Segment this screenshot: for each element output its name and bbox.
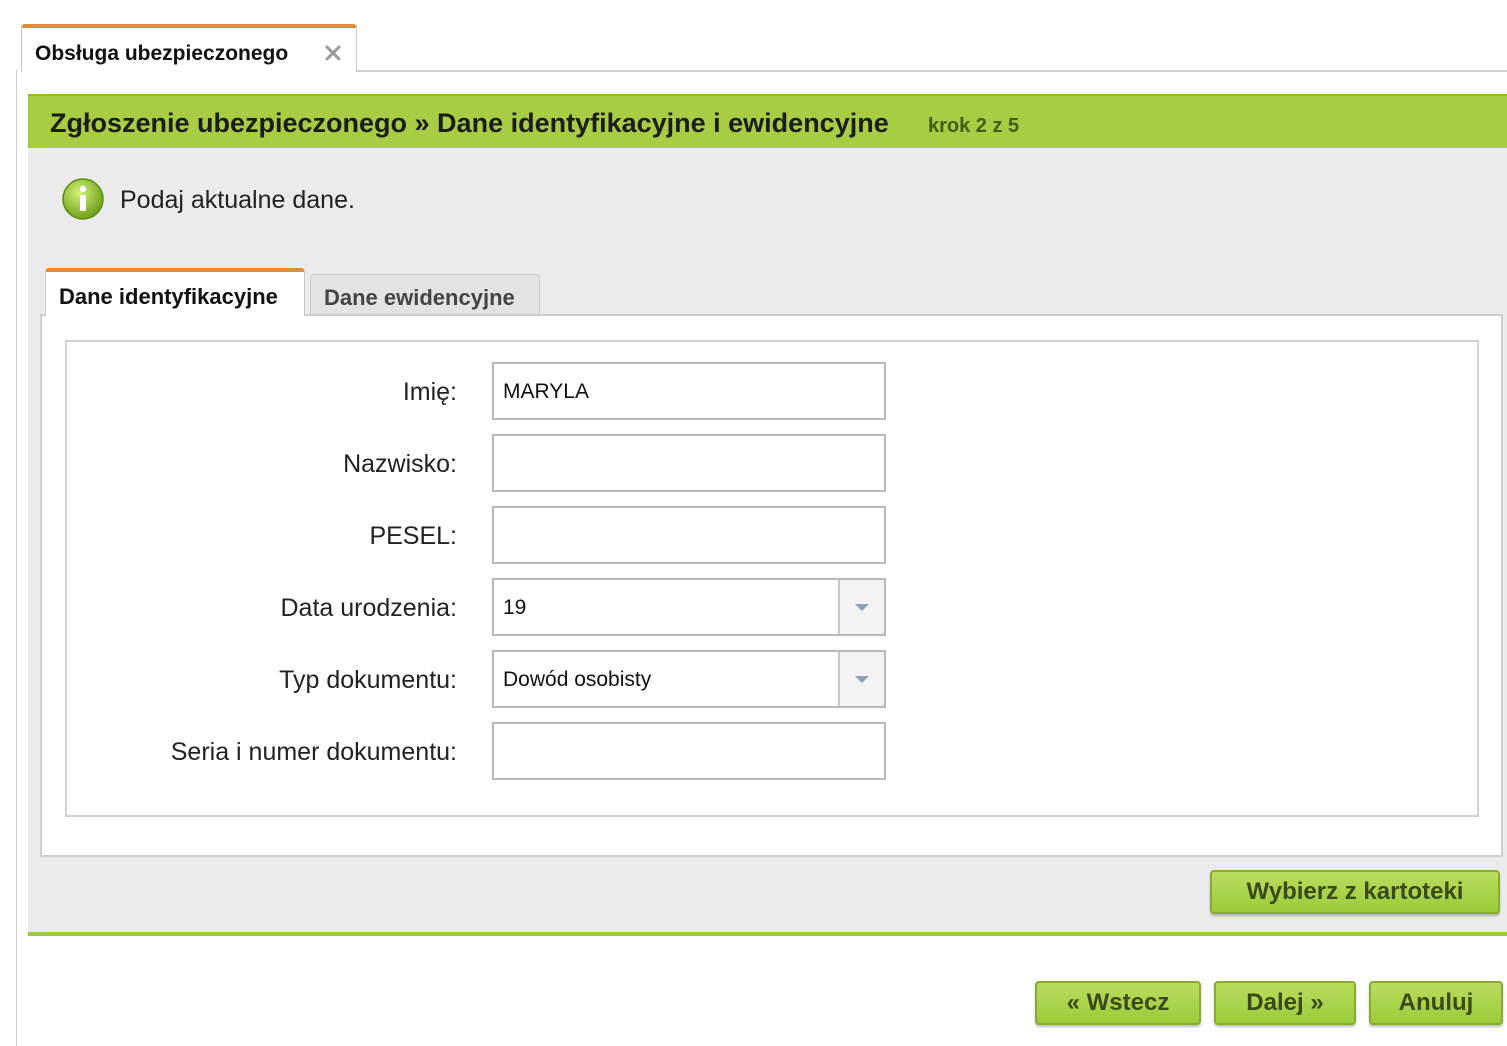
pesel-label: PESEL: (369, 522, 457, 550)
tab-label: Obsługa ubezpieczonego (35, 42, 289, 65)
tab-dane-identyfikacyjne[interactable]: Dane identyfikacyjne (45, 268, 305, 316)
tab-obsluga-ubezpieczonego[interactable]: Obsługa ubezpieczonego (21, 24, 357, 72)
cancel-button[interactable]: Anuluj (1369, 981, 1503, 1025)
tab-dane-ewidencyjne[interactable]: Dane ewidencyjne (310, 274, 540, 316)
panel-header: Zgłoszenie ubezpieczonego » Dane identyf… (28, 94, 1507, 148)
chevron-down-icon[interactable] (838, 580, 884, 634)
page-title: Zgłoszenie ubezpieczonego » Dane identyf… (50, 108, 889, 138)
doc-number-label: Seria i numer dokumentu: (170, 738, 457, 766)
next-button[interactable]: Dalej » (1214, 981, 1356, 1025)
close-icon[interactable] (322, 42, 344, 64)
birth-date-label: Data urodzenia: (280, 594, 457, 622)
birth-date-combo[interactable]: 19 (492, 578, 886, 636)
main-panel: Zgłoszenie ubezpieczonego » Dane identyf… (28, 94, 1507, 936)
left-border (16, 70, 17, 1046)
doc-type-select[interactable]: Dowód osobisty (492, 650, 886, 708)
choose-from-file-button[interactable]: Wybierz z kartoteki (1210, 870, 1500, 914)
info-icon (62, 178, 104, 220)
birth-date-value: 19 (503, 596, 527, 619)
doc-type-label: Typ dokumentu: (279, 666, 457, 694)
pesel-field[interactable] (492, 506, 886, 564)
tab-content: Imię: MARYLA Nazwisko: PESEL: Data urodz… (40, 314, 1503, 857)
chevron-down-icon[interactable] (838, 652, 884, 706)
tab-label: Dane identyfikacyjne (59, 284, 278, 309)
info-message: Podaj aktualne dane. (120, 186, 355, 214)
last-name-label: Nazwisko: (343, 450, 457, 478)
first-name-label: Imię: (402, 378, 457, 406)
identification-form: Imię: MARYLA Nazwisko: PESEL: Data urodz… (65, 340, 1479, 817)
first-name-field[interactable]: MARYLA (492, 362, 886, 420)
step-indicator: krok 2 z 5 (928, 115, 1020, 137)
tab-strip-border (357, 70, 1507, 72)
last-name-field[interactable] (492, 434, 886, 492)
back-button[interactable]: « Wstecz (1035, 981, 1201, 1025)
tab-label: Dane ewidencyjne (324, 285, 515, 310)
doc-number-field[interactable] (492, 722, 886, 780)
doc-type-value: Dowód osobisty (503, 668, 652, 691)
first-name-value: MARYLA (503, 380, 589, 403)
